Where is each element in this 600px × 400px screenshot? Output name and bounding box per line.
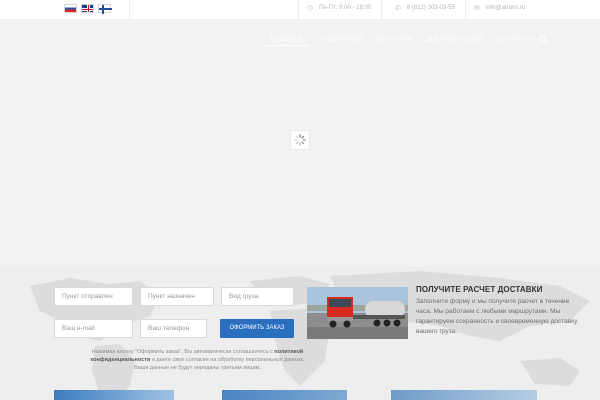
divider — [129, 0, 130, 19]
truck-photo — [307, 287, 408, 339]
cargo-type-input[interactable]: Вид груза — [221, 287, 294, 306]
destination-input[interactable]: Пункт назначен — [140, 287, 214, 306]
nav-item-fleet[interactable]: АВТОПАРК — [369, 34, 419, 46]
nav-item-documents[interactable]: ДОКУМЕНТАЦИЯ — [419, 34, 490, 46]
calculation-description: Заполните форму и мы получите расчет в т… — [416, 298, 578, 335]
nav-item-home[interactable]: ГЛАВНАЯ — [263, 34, 309, 46]
envelope-icon: ✉ — [474, 5, 480, 12]
calculation-title: ПОЛУЧИТЕ РАСЧЕТ ДОСТАВКИ — [416, 285, 543, 294]
nav-item-about[interactable]: О КОМПАНИИ — [309, 34, 369, 46]
service-card-image[interactable] — [391, 390, 537, 400]
search-icon[interactable] — [539, 35, 547, 45]
hours-text: Пн-Пт: 9:00 - 18:00 — [319, 5, 372, 11]
finnish-flag-icon[interactable] — [98, 4, 112, 14]
origin-input[interactable]: Пункт отправлен — [54, 287, 133, 306]
nav-item-contacts[interactable]: КОНТАКТЫ — [489, 34, 540, 46]
phone-icon: ✆ — [395, 5, 401, 12]
notice-text-1: Нажимая кнопку "Оформить заказ", Вы авто… — [91, 349, 273, 355]
privacy-notice: Нажимая кнопку "Оформить заказ", Вы авто… — [90, 348, 305, 372]
english-flag-icon[interactable] — [81, 4, 94, 13]
main-navigation: ГЛАВНАЯ О КОМПАНИИ АВТОПАРК ДОКУМЕНТАЦИЯ… — [263, 34, 540, 46]
service-card-image[interactable] — [54, 390, 174, 400]
notice-text-2: и даете свое согласие на обработку персо… — [134, 357, 305, 371]
divider — [298, 0, 299, 19]
email-contact[interactable]: ✉ info@atrans.ru — [474, 4, 525, 12]
language-switcher — [64, 4, 112, 14]
divider — [465, 0, 466, 19]
loading-spinner-icon — [291, 131, 309, 149]
phone-text[interactable]: 8 (812) 303-03-55 — [407, 5, 455, 11]
clock-icon: ◷ — [307, 5, 314, 12]
top-bar: ◷ Пн-Пт: 9:00 - 18:00 ✆ 8 (812) 303-03-5… — [0, 0, 600, 19]
divider — [381, 0, 382, 19]
email-field[interactable]: Ваш e-mail — [54, 319, 133, 338]
phone-contact[interactable]: ✆ 8 (812) 303-03-55 — [395, 4, 455, 12]
phone-field[interactable]: Ваш телефон — [140, 319, 207, 338]
working-hours: ◷ Пн-Пт: 9:00 - 18:00 — [307, 4, 371, 12]
service-card-image[interactable] — [222, 390, 347, 400]
email-text[interactable]: info@atrans.ru — [486, 5, 525, 11]
russian-flag-icon[interactable] — [64, 4, 77, 13]
submit-order-button[interactable]: ОФОРМИТЬ ЗАКАЗ — [220, 319, 294, 338]
